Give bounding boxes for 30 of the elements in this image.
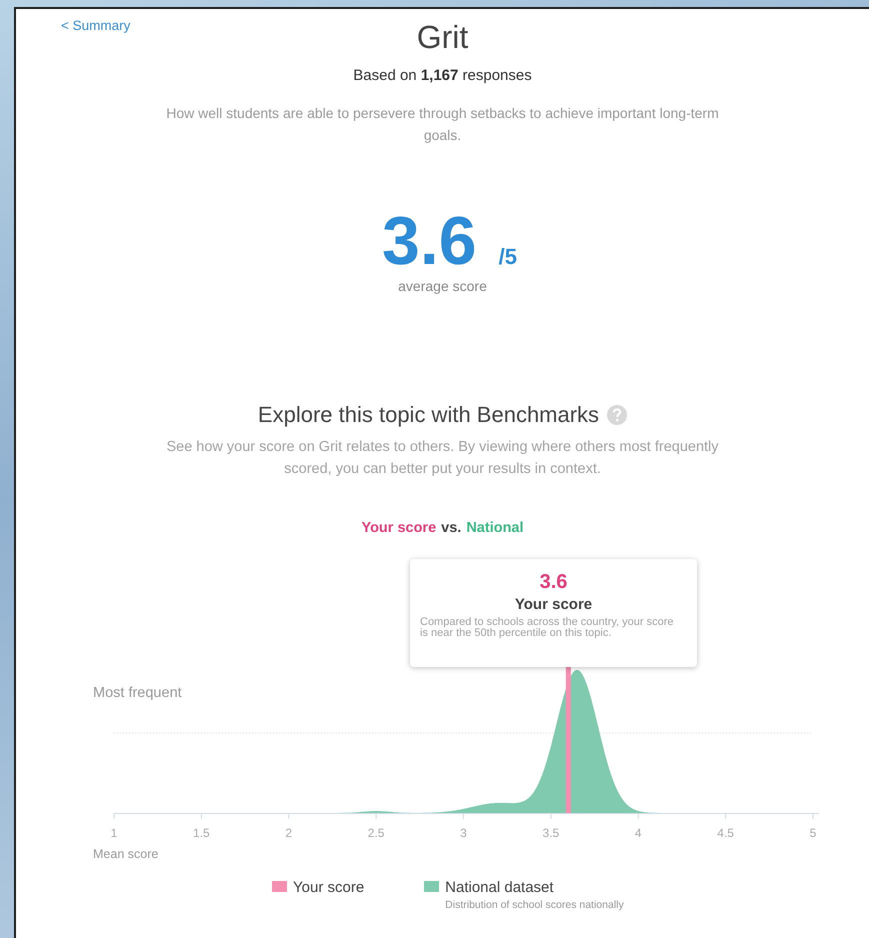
average-score: 3.6 (382, 206, 477, 276)
legend-label: Your score (293, 879, 364, 896)
score-caption: average score (397, 278, 488, 294)
benchmarks-heading: Explore this topic with Benchmarks (258, 402, 600, 428)
comparison-national: National (466, 520, 524, 536)
page-title: Grit (416, 18, 468, 56)
benchmarks-description: See how your score on Grit relates to others. By viewing where others most frequently scored, you can better put your results in context. (165, 438, 720, 479)
score-maximum: /5 (498, 244, 517, 270)
x-tick-label: 5 (808, 826, 818, 840)
x-tick-label: 2.5 (366, 826, 386, 840)
x-tick-label: 1 (110, 826, 118, 840)
help-icon[interactable] (607, 405, 628, 425)
comparison-joiner: vs. (441, 520, 462, 536)
comparison-yours: Your score (361, 520, 436, 536)
tooltip-score: 3.6 (538, 571, 568, 594)
legend-label: National dataset (445, 879, 555, 896)
x-tick-label: 1.5 (192, 826, 211, 840)
y-axis-label: Most frequent (93, 685, 182, 701)
topic-description: How well students are able to persevere through setbacks to achieve important long-term goals. (165, 104, 720, 145)
x-tick-label: 4.5 (716, 826, 735, 840)
x-tick-label: 2 (284, 826, 294, 840)
x-tick-label: 3.5 (542, 826, 560, 840)
x-tick-label: 3 (459, 826, 468, 840)
summary-link[interactable]: < Summary (61, 18, 130, 33)
legend-note: Distribution of school scores nationally (445, 899, 624, 911)
x-tick-label: 4 (634, 826, 643, 840)
tooltip-label: Your score (514, 596, 594, 613)
response-count: Based on 1,167 responses (352, 67, 533, 84)
x-axis-label: Mean score (93, 847, 158, 861)
tooltip-text: Compared to schools across the country, your score is near the 50th percentile on this topic. (420, 617, 675, 639)
